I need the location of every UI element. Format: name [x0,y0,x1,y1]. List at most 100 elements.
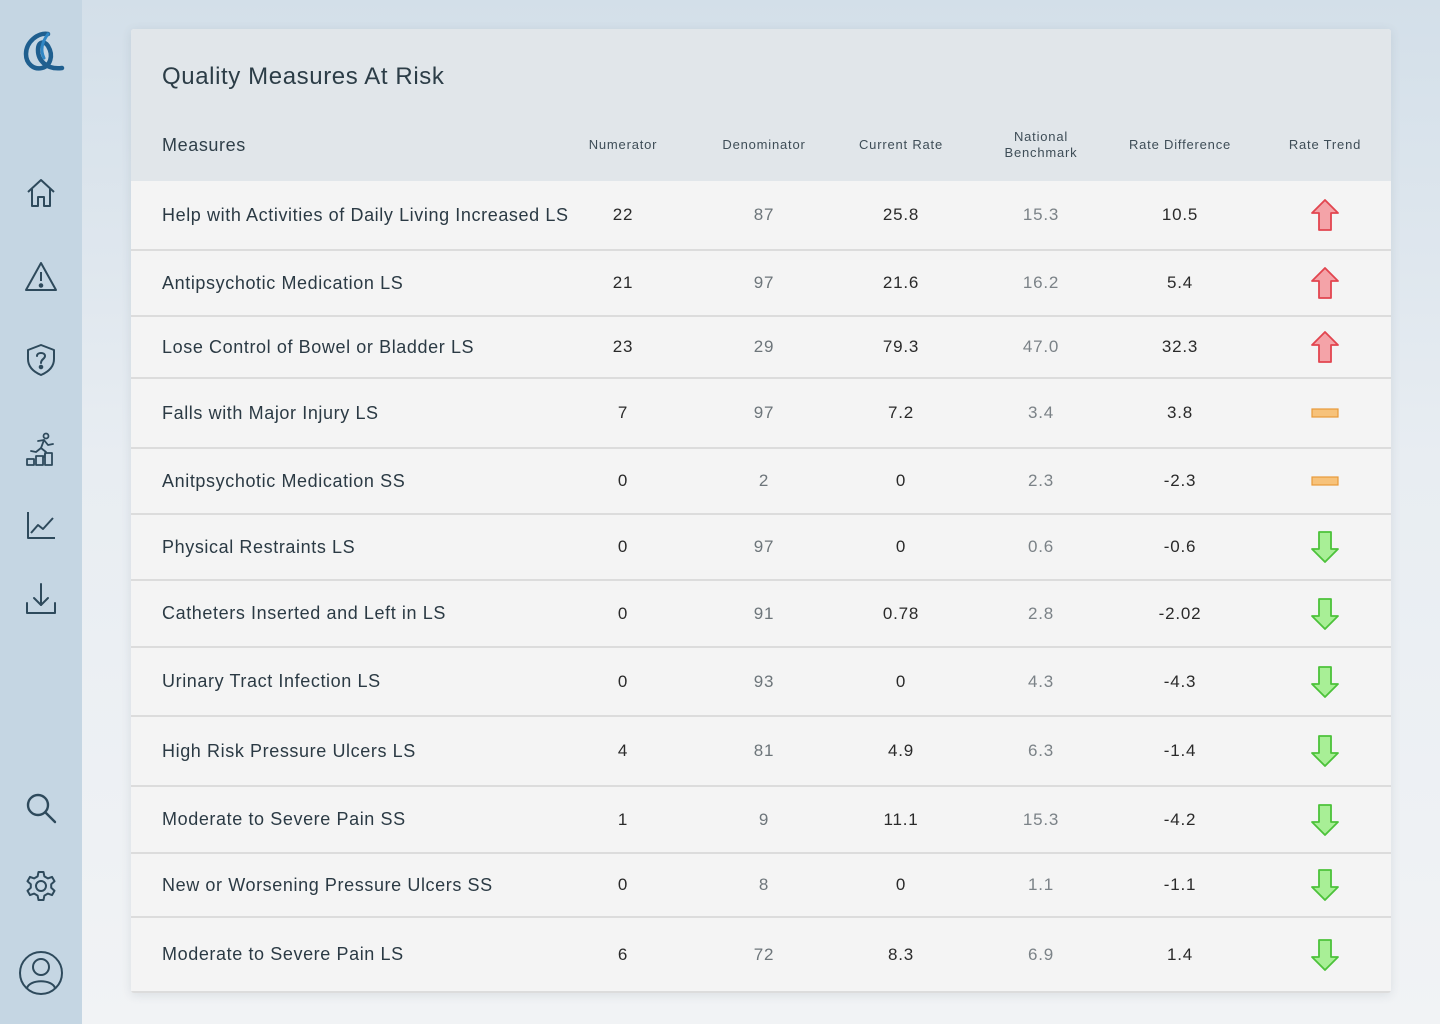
rate-difference-value: -0.6 [1163,537,1197,556]
table-row[interactable]: Urinary Tract Infection LS 0 93 0 4.3 -4.3 [131,648,1391,717]
user-avatar-icon[interactable] [18,950,64,996]
numerator-value: 21 [612,273,634,292]
trend-flat-icon [1275,379,1375,447]
numerator-value: 0 [617,875,629,894]
numerator-value: 0 [617,537,629,556]
denominator-value: 91 [753,603,775,623]
progress-runner-icon[interactable] [21,429,61,469]
gear-icon[interactable] [21,866,61,906]
measure-name: Lose Control of Bowel or Bladder LS [162,336,475,357]
national-benchmark-value: 0.6 [1027,537,1055,556]
current-rate-value: 0 [895,875,907,894]
numerator-value: 23 [612,337,634,356]
numerator-value: 6 [617,944,629,964]
column-header-national-benchmark[interactable]: National Benchmark [986,125,1096,165]
card-title: Quality Measures At Risk [162,63,445,90]
sidebar [0,0,82,1024]
rate-difference-value: 5.4 [1166,273,1194,292]
measure-name: Antipsychotic Medication LS [162,272,404,293]
denominator-value: 9 [758,809,770,829]
home-icon[interactable] [21,173,61,213]
national-benchmark-value: 6.3 [1027,741,1055,760]
download-icon[interactable] [21,578,61,618]
denominator-value: 97 [753,537,775,556]
national-benchmark-value: 4.3 [1027,671,1055,691]
measure-name: New or Worsening Pressure Ulcers SS [162,874,493,895]
rate-difference-value: 1.4 [1166,944,1194,964]
table-row[interactable]: Moderate to Severe Pain LS 6 72 8.3 6.9 1.4 [131,918,1391,993]
numerator-value: 22 [612,205,634,224]
current-rate-value: 11.1 [883,809,919,829]
table-row[interactable]: Help with Activities of Daily Living Inc… [131,181,1391,251]
column-header-measures[interactable]: Measures [162,125,462,165]
trend-down-arrow-icon [1275,787,1375,852]
measure-name: Help with Activities of Daily Living Inc… [162,204,569,225]
table-row[interactable]: New or Worsening Pressure Ulcers SS 0 8 0 1.… [131,854,1391,918]
denominator-value: 29 [753,337,775,356]
rate-difference-value: 3.8 [1166,403,1194,422]
current-rate-value: 7.2 [887,403,915,422]
national-benchmark-value: 15.3 [1022,809,1060,829]
trend-down-arrow-icon [1275,581,1375,646]
denominator-value: 72 [753,944,775,964]
rate-difference-value: 10.5 [1161,205,1199,224]
measure-name: Moderate to Severe Pain LS [162,944,404,964]
table-row[interactable]: Catheters Inserted and Left in LS 0 91 0.78… [131,581,1391,648]
numerator-value: 0 [617,603,629,623]
rate-difference-value: -4.3 [1163,671,1197,691]
measure-name: Anitpsychotic Medication SS [162,470,406,491]
national-benchmark-value: 16.2 [1022,273,1060,292]
column-header-denominator[interactable]: Denominator [714,125,814,165]
denominator-value: 81 [753,741,775,760]
table-row[interactable]: Antipsychotic Medication LS 21 97 21.6 16.2 5… [131,251,1391,317]
current-rate-value: 21.6 [882,273,920,292]
line-chart-icon[interactable] [21,505,61,545]
denominator-value: 87 [753,205,775,224]
current-rate-value: 0 [895,471,907,490]
table-row[interactable]: Anitpsychotic Medication SS 0 2 0 2.3 -2.3 [131,449,1391,515]
warning-icon[interactable] [21,257,61,297]
numerator-value: 7 [617,403,629,422]
denominator-value: 93 [753,671,775,691]
numerator-value: 0 [617,671,629,691]
quality-measures-card: Quality Measures At Risk Measures Numera… [131,29,1391,993]
trend-down-arrow-icon [1275,717,1375,785]
trend-down-arrow-icon [1275,854,1375,916]
current-rate-value: 8.3 [887,944,915,964]
column-header-national-benchmark-line2: Benchmark [1004,145,1078,160]
table-row[interactable]: Lose Control of Bowel or Bladder LS 23 29 7… [131,317,1391,379]
column-header-rate-difference[interactable]: Rate Difference [1115,125,1245,165]
rate-difference-value: -2.3 [1163,471,1197,490]
column-header-rate-trend[interactable]: Rate Trend [1270,125,1380,165]
measure-name: Catheters Inserted and Left in LS [162,603,446,623]
trend-down-arrow-icon [1275,515,1375,579]
trend-up-arrow-icon [1275,181,1375,249]
logo-icon[interactable] [18,28,66,76]
denominator-value: 8 [758,875,770,894]
column-header-current-rate[interactable]: Current Rate [843,125,959,165]
denominator-value: 2 [758,471,770,490]
table-row[interactable]: High Risk Pressure Ulcers LS 4 81 4.9 6.3 -1.… [131,717,1391,787]
denominator-value: 97 [753,403,775,422]
table-row[interactable]: Falls with Major Injury LS 7 97 7.2 3.4 3.8 [131,379,1391,449]
shield-question-icon[interactable] [21,340,61,380]
search-icon[interactable] [21,788,61,828]
table-row[interactable]: Physical Restraints LS 0 97 0 0.6 -0.6 [131,515,1391,581]
column-header-numerator[interactable]: Numerator [573,125,673,165]
measure-name: High Risk Pressure Ulcers LS [162,740,416,761]
rate-difference-value: -2.02 [1158,603,1202,623]
national-benchmark-value: 15.3 [1022,205,1060,224]
current-rate-value: 4.9 [887,741,915,760]
current-rate-value: 0.78 [882,603,920,623]
measure-name: Physical Restraints LS [162,536,356,557]
national-benchmark-value: 2.3 [1027,471,1055,490]
trend-up-arrow-icon [1275,251,1375,315]
table-row[interactable]: Moderate to Severe Pain SS 1 9 11.1 15.3 -4.2 [131,787,1391,854]
measure-name: Falls with Major Injury LS [162,402,379,423]
rate-difference-value: -1.1 [1163,875,1197,894]
measure-name: Urinary Tract Infection LS [162,671,381,691]
rate-difference-value: -1.4 [1163,741,1197,760]
current-rate-value: 25.8 [882,205,920,224]
numerator-value: 1 [617,809,629,829]
numerator-value: 0 [617,471,629,490]
